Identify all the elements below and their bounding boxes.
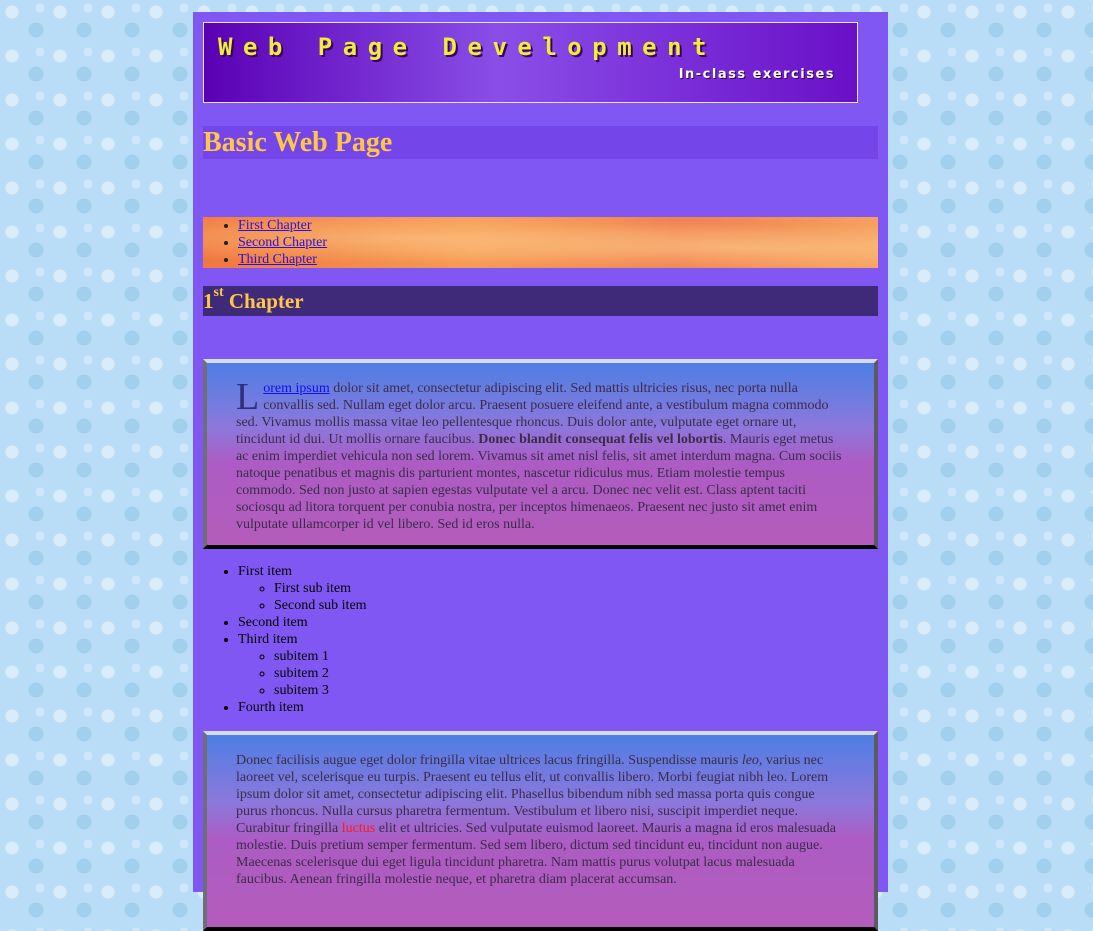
bold-text: Donec blandit consequat felis vel lobort… [478,432,723,447]
chapter-heading: 1st Chapter [203,286,878,316]
donec-panel: Donec facilisis augue eget dolor fringil… [203,731,878,931]
banner-subtitle: In-class exercises [678,67,835,82]
lorem-ipsum-link[interactable]: orem ipsum [263,381,330,396]
sub-list-item: First sub item [274,580,367,597]
sub-list-item: Second sub item [274,597,367,614]
list-item: Second item [238,614,367,631]
site-banner: Web Page Development In-class exercises [203,22,858,103]
list-item: First item First sub item Second sub ite… [238,563,367,614]
paragraph-text: . Mauris eget metus ac enim imperdiet ve… [236,432,842,532]
italic-text: leo [741,753,759,768]
chapter-label: Chapter [223,289,304,313]
chapter-nav: First Chapter Second Chapter Third Chapt… [203,217,878,268]
nav-link-first-chapter[interactable]: First Chapter [238,218,312,233]
paragraph-text: Donec facilisis augue eget dolor fringil… [236,753,742,768]
list-item: Fourth item [238,699,367,716]
sub-list-item: subitem 1 [274,648,367,665]
nav-item-first-chapter: First Chapter [238,217,878,234]
list-item-label: First item [238,564,293,579]
nav-item-second-chapter: Second Chapter [238,234,878,251]
nav-item-third-chapter: Third Chapter [238,251,878,268]
nav-link-third-chapter[interactable]: Third Chapter [238,252,317,267]
page-container: Web Page Development In-class exercises … [193,12,888,931]
banner-title: Web Page Development [218,33,717,61]
chapter-number: 1 [203,289,214,313]
lorem-paragraph: Lorem ipsum dolor sit amet, consectetur … [236,376,844,533]
lorem-panel: Lorem ipsum dolor sit amet, consectetur … [203,359,878,549]
chapter-ordinal: st [213,285,224,300]
page-title: Basic Web Page [203,126,878,159]
list-item-label: Third item [238,632,298,647]
list-item: Third item subitem 1 subitem 2 subitem 3 [238,631,367,699]
red-text: luctus [341,821,376,836]
nav-link-second-chapter[interactable]: Second Chapter [238,235,327,250]
donec-paragraph: Donec facilisis augue eget dolor fringil… [236,752,844,888]
item-list: First item First sub item Second sub ite… [203,563,367,716]
sub-list-item: subitem 2 [274,665,367,682]
sub-list-item: subitem 3 [274,682,367,699]
drop-cap: L [236,376,260,418]
